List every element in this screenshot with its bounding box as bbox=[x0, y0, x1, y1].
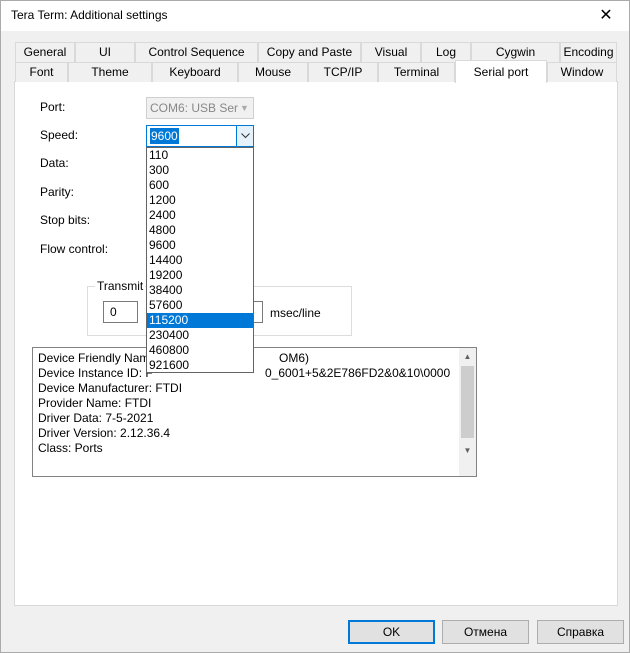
speed-option-57600[interactable]: 57600 bbox=[147, 298, 253, 313]
device-manufacturer: Device Manufacturer: FTDI bbox=[38, 381, 183, 395]
speed-dropdown-list[interactable]: 110 300 600 1200 2400 4800 9600 14400 19… bbox=[146, 147, 254, 373]
device-class: Class: Ports bbox=[38, 441, 103, 455]
stop-bits-label: Stop bits: bbox=[40, 213, 91, 227]
dialog-window: Tera Term: Additional settings ✕ General… bbox=[0, 0, 630, 653]
transmit-delay-title: Transmit bbox=[95, 279, 146, 293]
device-friendly-name-tail: OM6) bbox=[279, 351, 309, 365]
port-select-value: COM6: USB Seria bbox=[150, 101, 238, 115]
speed-option-110[interactable]: 110 bbox=[147, 148, 253, 163]
tab-font[interactable]: Font bbox=[15, 62, 68, 82]
chevron-down-icon: ▼ bbox=[240, 103, 249, 113]
speed-option-9600[interactable]: 9600 bbox=[147, 238, 253, 253]
help-button[interactable]: Справка bbox=[537, 620, 624, 644]
speed-option-230400[interactable]: 230400 bbox=[147, 328, 253, 343]
device-info-box[interactable]: Device Friendly Nam OM6) Device Instance… bbox=[32, 347, 477, 477]
tab-ui[interactable]: UI bbox=[75, 42, 135, 62]
speed-option-115200[interactable]: 115200 bbox=[147, 313, 253, 328]
tab-terminal[interactable]: Terminal bbox=[378, 62, 455, 82]
driver-data: Driver Data: 7-5-2021 bbox=[38, 411, 154, 425]
serial-port-panel bbox=[14, 81, 618, 606]
ok-button[interactable]: OK bbox=[348, 620, 435, 644]
speed-option-19200[interactable]: 19200 bbox=[147, 268, 253, 283]
scroll-down-icon[interactable]: ▼ bbox=[459, 442, 476, 459]
close-icon[interactable]: ✕ bbox=[583, 1, 629, 31]
tab-tcp-ip[interactable]: TCP/IP bbox=[308, 62, 378, 82]
device-friendly-name: Device Friendly Nam bbox=[38, 351, 150, 365]
scroll-thumb[interactable] bbox=[461, 366, 474, 438]
speed-option-600[interactable]: 600 bbox=[147, 178, 253, 193]
port-select: COM6: USB Seria ▼ bbox=[146, 97, 254, 119]
provider-name: Provider Name: FTDI bbox=[38, 396, 152, 410]
tab-general[interactable]: General bbox=[15, 42, 75, 62]
tab-copy-and-paste[interactable]: Copy and Paste bbox=[258, 42, 361, 62]
tab-control-sequence[interactable]: Control Sequence bbox=[135, 42, 258, 62]
char-delay-input[interactable]: 0 bbox=[103, 301, 138, 323]
device-instance-id-tail: 0_6001+5&2E786FD2&0&10\0000 bbox=[265, 366, 451, 380]
data-label: Data: bbox=[40, 156, 69, 170]
window-title: Tera Term: Additional settings bbox=[11, 8, 168, 22]
speed-option-1200[interactable]: 1200 bbox=[147, 193, 253, 208]
device-info-scrollbar[interactable]: ▲ ▼ bbox=[459, 348, 476, 476]
speed-label: Speed: bbox=[40, 128, 79, 142]
cancel-button[interactable]: Отмена bbox=[442, 620, 529, 644]
port-label: Port: bbox=[40, 100, 66, 114]
device-instance-id: Device Instance ID: F bbox=[38, 366, 153, 380]
tab-visual[interactable]: Visual bbox=[361, 42, 421, 62]
speed-option-38400[interactable]: 38400 bbox=[147, 283, 253, 298]
speed-select-value: 9600 bbox=[150, 128, 179, 144]
speed-option-14400[interactable]: 14400 bbox=[147, 253, 253, 268]
tab-keyboard[interactable]: Keyboard bbox=[152, 62, 238, 82]
speed-option-2400[interactable]: 2400 bbox=[147, 208, 253, 223]
chevron-down-icon[interactable] bbox=[236, 126, 253, 146]
speed-select[interactable]: 9600 bbox=[146, 125, 254, 147]
line-delay-unit: msec/line bbox=[270, 306, 321, 320]
scroll-up-icon[interactable]: ▲ bbox=[459, 348, 476, 365]
tab-theme[interactable]: Theme bbox=[68, 62, 152, 82]
tab-encoding[interactable]: Encoding bbox=[560, 42, 617, 62]
speed-option-921600[interactable]: 921600 bbox=[147, 358, 253, 373]
tab-cygwin[interactable]: Cygwin bbox=[471, 42, 560, 62]
tab-window[interactable]: Window bbox=[547, 62, 617, 82]
driver-version: Driver Version: 2.12.36.4 bbox=[38, 426, 171, 440]
parity-label: Parity: bbox=[40, 185, 75, 199]
tab-log[interactable]: Log bbox=[421, 42, 471, 62]
speed-option-300[interactable]: 300 bbox=[147, 163, 253, 178]
speed-option-4800[interactable]: 4800 bbox=[147, 223, 253, 238]
title-bar: Tera Term: Additional settings ✕ bbox=[1, 1, 629, 31]
tab-mouse[interactable]: Mouse bbox=[238, 62, 308, 82]
flow-control-label: Flow control: bbox=[40, 242, 109, 256]
speed-option-460800[interactable]: 460800 bbox=[147, 343, 253, 358]
tab-serial-port[interactable]: Serial port bbox=[455, 60, 547, 83]
